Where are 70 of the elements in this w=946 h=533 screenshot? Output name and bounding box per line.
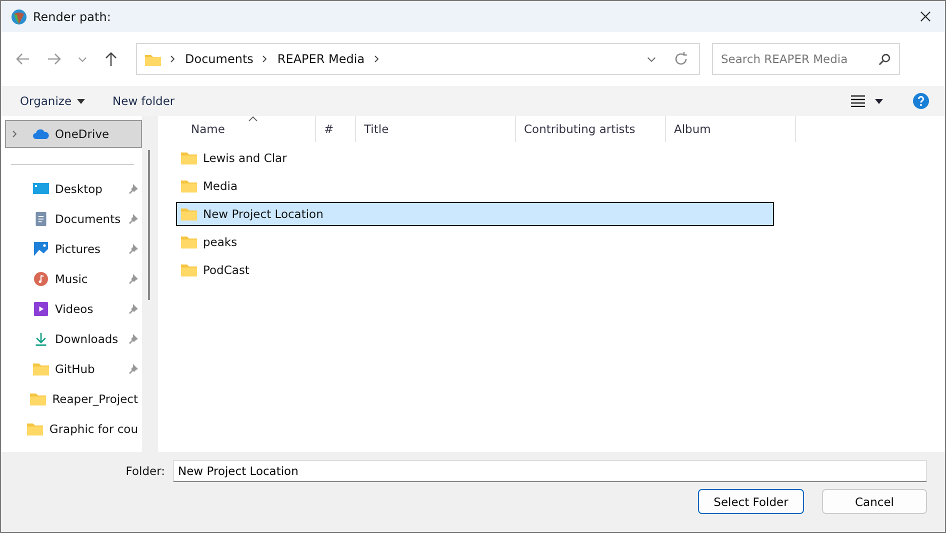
folder-icon [30,392,46,406]
folder-icon [181,151,197,165]
caret-icon[interactable] [875,98,883,104]
pin-icon [128,334,138,344]
select-folder-button[interactable]: Select Folder [698,489,804,514]
folder-row[interactable]: PodCast [176,258,774,282]
help-icon[interactable] [913,93,929,109]
search-field[interactable]: Search REAPER Media [712,43,900,75]
caret-icon [76,98,85,104]
desktop-icon [33,182,49,196]
sidebar-item[interactable]: Documents [1,205,142,234]
organize-button[interactable]: Organize [11,90,94,112]
folder-icon [181,235,197,249]
folder-icon [33,362,49,376]
close-icon[interactable] [920,11,931,22]
column-header[interactable]: Name [176,116,316,142]
folder-row[interactable]: Media [176,174,774,198]
chevron-right-icon [261,55,270,63]
sidebar-item[interactable]: GitHub [1,355,142,384]
video-icon [33,302,49,316]
chevron-right-icon [372,55,381,63]
chevron-right-icon [169,55,177,63]
window-title: Render path: [33,10,111,24]
document-icon [33,212,49,226]
breadcrumb[interactable]: REAPER Media [277,52,365,66]
cloud-icon [33,126,49,141]
refresh-icon[interactable] [673,51,689,67]
folder-name-field[interactable]: New Project Location [173,460,927,482]
folder-row[interactable]: New Project Location [176,202,774,226]
pin-icon [128,214,138,224]
sidebar-item[interactable]: Pictures [1,235,142,264]
pin-icon [128,274,138,284]
folder-icon [27,422,44,436]
music-note-icon [33,272,49,286]
sidebar-item[interactable]: OneDrive [5,120,142,148]
folder-label: Folder: [126,464,165,478]
folder-icon [181,179,197,193]
pin-icon [128,184,138,194]
up-arrow-icon[interactable] [103,51,119,67]
folder-row[interactable]: peaks [176,230,774,254]
folder-icon [181,263,197,277]
sidebar-item[interactable]: Reaper_Project [1,385,142,414]
folder-icon [181,207,197,221]
back-arrow-icon[interactable] [15,51,31,67]
sidebar-item[interactable]: Desktop [1,175,142,204]
download-icon [33,332,49,346]
folder-row[interactable]: Lewis and Clar [176,146,774,170]
pin-icon [128,364,138,374]
column-header[interactable]: Contributing artists [516,116,666,142]
picture-icon [33,242,49,256]
cancel-button[interactable]: Cancel [822,489,927,514]
sidebar-item[interactable]: Music [1,265,142,294]
column-header[interactable]: Title [356,116,516,142]
forward-arrow-icon[interactable] [46,51,62,67]
address-bar[interactable]: Documents REAPER Media [136,43,700,75]
column-header[interactable]: Album [666,116,796,142]
list-view-icon[interactable] [851,95,865,107]
breadcrumb[interactable]: Documents [185,52,254,66]
column-header[interactable]: # [316,116,356,142]
sidebar-item[interactable]: Graphic for cou [1,415,142,444]
sidebar-item[interactable]: Downloads [1,325,142,354]
sort-caret-icon [248,116,258,122]
pin-icon [128,244,138,254]
sidebar-item[interactable]: Videos [1,295,142,324]
search-icon [878,53,891,66]
new-folder-button[interactable]: New folder [104,90,184,112]
pin-icon [128,304,138,314]
chevron-right-icon[interactable] [11,130,19,138]
folder-icon [145,52,161,66]
app-logo-icon [11,8,27,24]
